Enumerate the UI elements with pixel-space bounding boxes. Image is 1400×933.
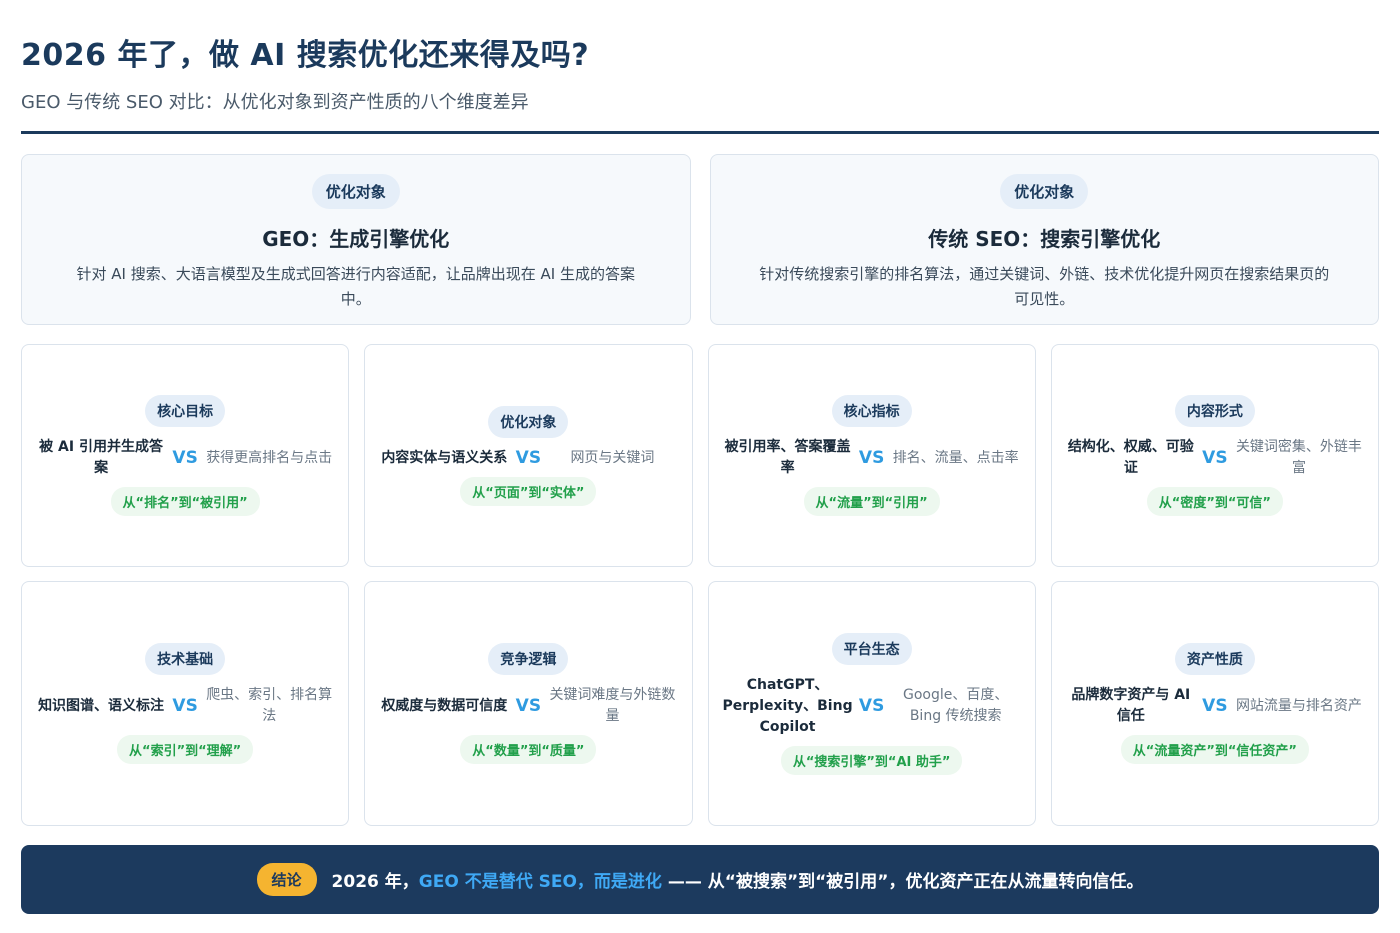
comparison-card: 优化对象 内容实体与语义关系 VS 网页与关键词 从“页面”到“实体” (364, 344, 693, 567)
card-title: 传统 SEO：搜索引擎优化 (928, 227, 1161, 251)
conclusion-highlight: GEO 不是替代 SEO，而是进化 (418, 872, 662, 892)
conclusion-text: 2026 年，GEO 不是替代 SEO，而是进化 —— 从“被搜索”到“被引用”… (332, 867, 1144, 892)
comparison-card: 竞争逻辑 权威度与数据可信度 VS 关键词难度与外链数量 从“数量”到“质量” (364, 581, 693, 826)
trend-badge: 从“页面”到“实体” (460, 476, 597, 506)
page-subtitle: GEO 与传统 SEO 对比：从优化对象到资产性质的八个维度差异 (21, 92, 529, 113)
dimension-tag: 内容形式 (1174, 395, 1255, 427)
card-description: 针对 AI 搜索、大语言模型及生成式回答进行内容适配，让品牌出现在 AI 生成的… (76, 265, 635, 308)
geo-value: 权威度与数据可信度 (381, 697, 508, 714)
page-title: 2026 年了，做 AI 搜索优化还来得及吗? (21, 38, 590, 73)
dimension-tag: 核心指标 (831, 395, 912, 427)
card-title: GEO：生成引擎优化 (262, 227, 450, 251)
comparison-card: 资产性质 品牌数字资产与 AI 信任 VS 网站流量与排名资产 从“流量资产”到… (1050, 581, 1379, 826)
vs-row: 权威度与数据可信度 VS 关键词难度与外链数量 (379, 685, 677, 727)
vs-row: 被 AI 引用并生成答案 VS 获得更高排名与点击 (36, 437, 334, 479)
comparison-card: 技术基础 知识图谱、语义标注 VS 爬虫、索引、排名算法 从“索引”到“理解” (21, 581, 350, 826)
seo-value: 爬虫、索引、排名算法 (206, 687, 333, 724)
trend-badge: 从“流量资产”到“信任资产” (1120, 735, 1309, 764)
vs-label: VS (515, 696, 542, 716)
dimension-tag: 平台生态 (831, 632, 912, 665)
geo-value: 品牌数字资产与 AI 信任 (1071, 687, 1191, 724)
seo-value: Google、百度、Bing 传统搜索 (903, 687, 1009, 724)
comparison-card: 平台生态 ChatGPT、Perplexity、Bing Copilot VS … (707, 581, 1036, 826)
vs-label: VS (858, 448, 885, 468)
geo-value: 内容实体与语义关系 (381, 449, 508, 466)
trend-badge: 从“密度”到“可信” (1146, 487, 1283, 516)
geo-overview-card: 优化对象 GEO：生成引擎优化 针对 AI 搜索、大语言模型及生成式回答进行内容… (21, 154, 691, 325)
comparison-row-2: 技术基础 知识图谱、语义标注 VS 爬虫、索引、排名算法 从“索引”到“理解” … (21, 581, 1379, 826)
seo-value: 网站流量与排名资产 (1235, 697, 1362, 714)
geo-value: 结构化、权威、可验证 (1067, 439, 1194, 476)
trend-badge: 从“数量”到“质量” (460, 735, 597, 764)
trend-badge: 从“排名”到“被引用” (110, 487, 260, 516)
card-tag: 优化对象 (311, 174, 400, 209)
comparison-card: 核心指标 被引用率、答案覆盖率 VS 排名、流量、点击率 从“流量”到“引用” (707, 344, 1036, 567)
card-tag: 优化对象 (1000, 174, 1089, 209)
seo-value: 排名、流量、点击率 (892, 449, 1019, 466)
vs-row: 知识图谱、语义标注 VS 爬虫、索引、排名算法 (36, 685, 334, 727)
geo-value: ChatGPT、Perplexity、Bing Copilot (722, 676, 853, 735)
geo-value: 被 AI 引用并生成答案 (39, 439, 163, 476)
vs-row: 结构化、权威、可验证 VS 关键词密集、外链丰富 (1066, 437, 1364, 479)
geo-value: 知识图谱、语义标注 (38, 697, 165, 714)
seo-overview-card: 优化对象 传统 SEO：搜索引擎优化 针对传统搜索引擎的排名算法，通过关键词、外… (709, 154, 1379, 325)
vs-label: VS (172, 696, 198, 716)
vs-label: VS (1202, 696, 1228, 716)
dimension-tag: 技术基础 (145, 643, 226, 675)
dimension-tag: 资产性质 (1174, 643, 1255, 675)
overview-row: 优化对象 GEO：生成引擎优化 针对 AI 搜索、大语言模型及生成式回答进行内容… (21, 154, 1379, 325)
vs-label: VS (858, 696, 885, 716)
vs-row: 内容实体与语义关系 VS 网页与关键词 (379, 448, 677, 469)
seo-value: 关键词难度与外链数量 (549, 687, 676, 724)
conclusion-text-pre: 2026 年， (331, 872, 419, 892)
vs-row: ChatGPT、Perplexity、Bing Copilot VS Googl… (723, 675, 1021, 738)
card-description: 针对传统搜索引擎的排名算法，通过关键词、外链、技术优化提升网页在搜索结果页的可见… (759, 265, 1330, 308)
seo-value: 网页与关键词 (570, 449, 655, 466)
conclusion-banner: 结论 2026 年，GEO 不是替代 SEO，而是进化 —— 从“被搜索”到“被… (21, 845, 1379, 914)
vs-label: VS (515, 448, 542, 468)
dimension-tag: 核心目标 (145, 395, 226, 427)
comparison-row-1: 核心目标 被 AI 引用并生成答案 VS 获得更高排名与点击 从“排名”到“被引… (21, 344, 1379, 567)
seo-value: 获得更高排名与点击 (206, 449, 333, 466)
geo-value: 被引用率、答案覆盖率 (724, 439, 851, 476)
conclusion-badge: 结论 (256, 863, 317, 896)
vs-label: VS (1202, 448, 1228, 468)
dimension-tag: 优化对象 (488, 405, 569, 438)
trend-badge: 从“流量”到“引用” (803, 487, 940, 516)
vs-label: VS (172, 448, 198, 468)
trend-badge: 从“搜索引擎”到“AI 助手” (780, 745, 963, 775)
dimension-tag: 竞争逻辑 (488, 643, 569, 675)
comparison-card: 核心目标 被 AI 引用并生成答案 VS 获得更高排名与点击 从“排名”到“被引… (21, 344, 350, 567)
trend-badge: 从“索引”到“理解” (117, 735, 254, 764)
comparison-card: 内容形式 结构化、权威、可验证 VS 关键词密集、外链丰富 从“密度”到“可信” (1050, 344, 1379, 567)
vs-row: 被引用率、答案覆盖率 VS 排名、流量、点击率 (723, 437, 1021, 479)
seo-value: 关键词密集、外链丰富 (1235, 439, 1362, 476)
conclusion-text-post: —— 从“被搜索”到“被引用”，优化资产正在从流量转向信任。 (661, 872, 1144, 892)
header-divider (21, 131, 1379, 134)
header: 2026 年了，做 AI 搜索优化还来得及吗? GEO 与传统 SEO 对比：从… (21, 30, 1379, 114)
vs-row: 品牌数字资产与 AI 信任 VS 网站流量与排名资产 (1066, 685, 1364, 727)
